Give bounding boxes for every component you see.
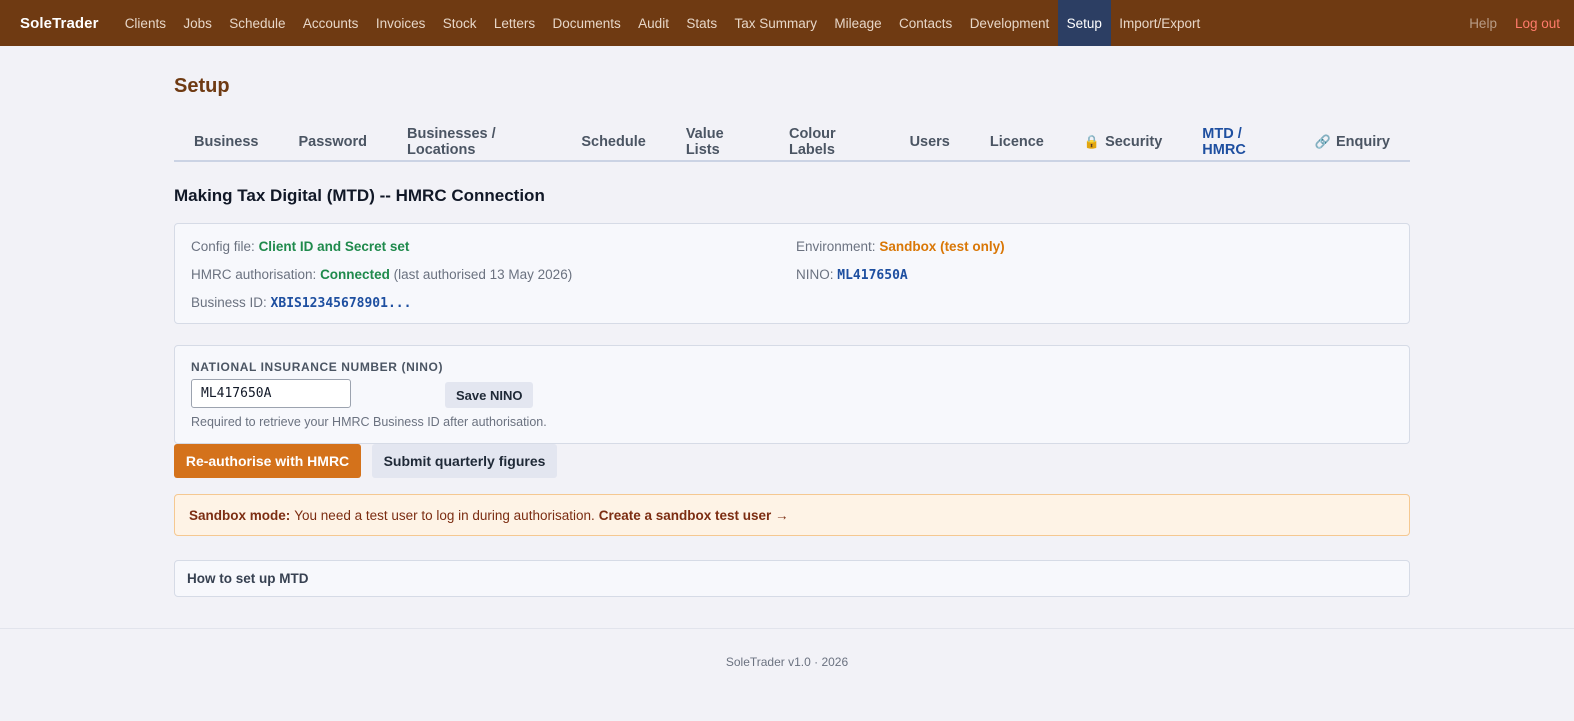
nav-item-setup[interactable]: Setup xyxy=(1057,0,1111,46)
config-value: Client ID and Secret set xyxy=(258,239,410,254)
nav-item-clients[interactable]: Clients xyxy=(116,0,175,46)
nino-form-card: NATIONAL INSURANCE NUMBER (NINO) Save NI… xyxy=(174,345,1410,444)
tab-label: Password xyxy=(298,134,367,150)
tab-label: Colour Labels xyxy=(788,126,836,158)
top-navigation-bar: SoleTrader Clients Jobs Schedule Account… xyxy=(0,0,1574,46)
nav-item-audit[interactable]: Audit xyxy=(629,0,677,46)
tab-label: Value Lists xyxy=(685,126,724,158)
tab-colour-labels[interactable]: Colour Labels xyxy=(769,123,890,161)
footer-divider xyxy=(0,628,1574,629)
tab-label: Schedule xyxy=(581,134,646,150)
nino-field-label: NATIONAL INSURANCE NUMBER (NINO) xyxy=(191,360,444,374)
nino-input[interactable] xyxy=(191,379,351,408)
nav-item-stats[interactable]: Stats xyxy=(678,0,726,46)
tab-enquiry[interactable]: 🔗 Enquiry xyxy=(1295,123,1410,161)
link-icon: 🔗 xyxy=(1314,134,1332,149)
setup-tabs: Business Password Businesses / Locations… xyxy=(174,124,1410,162)
nino-status-label: NINO: xyxy=(796,267,834,282)
config-status-row: Config file: Client ID and Secret set xyxy=(191,239,409,254)
nav-item-schedule[interactable]: Schedule xyxy=(221,0,295,46)
nav-item-accounts[interactable]: Accounts xyxy=(294,0,367,46)
submit-quarterly-button[interactable]: Submit quarterly figures xyxy=(372,444,557,478)
how-to-setup-mtd-toggle[interactable]: How to set up MTD xyxy=(174,560,1410,597)
tab-value-lists[interactable]: Value Lists xyxy=(666,123,769,161)
auth-note: (last authorised 13 May 2026) xyxy=(393,267,573,282)
tab-mtd-hmrc[interactable]: MTD / HMRC xyxy=(1182,123,1295,161)
tab-label: Security xyxy=(1105,134,1163,150)
main-nav-menu: Clients Jobs Schedule Accounts Invoices … xyxy=(116,0,1209,46)
nav-item-stock[interactable]: Stock xyxy=(434,0,485,46)
tab-label: Business xyxy=(194,134,259,150)
create-sandbox-user-link[interactable]: Create a sandbox test user → xyxy=(599,508,789,523)
nav-item-import-export[interactable]: Import/Export xyxy=(1111,0,1209,46)
auth-value: Connected xyxy=(320,267,390,282)
tab-password[interactable]: Password xyxy=(278,123,387,161)
nav-item-tax-summary[interactable]: Tax Summary xyxy=(726,0,826,46)
reauthorise-hmrc-button[interactable]: Re-authorise with HMRC xyxy=(174,444,361,478)
nav-item-jobs[interactable]: Jobs xyxy=(175,0,221,46)
sandbox-mode-banner: Sandbox mode: You need a test user to lo… xyxy=(174,494,1410,536)
tab-users[interactable]: Users xyxy=(890,123,970,161)
nav-item-documents[interactable]: Documents xyxy=(544,0,630,46)
nino-status-value: ML417650A xyxy=(837,268,908,283)
footer-text: SoleTrader v1.0 · 2026 xyxy=(725,655,849,669)
tab-schedule[interactable]: Schedule xyxy=(561,123,665,161)
mtd-status-card: Config file: Client ID and Secret set HM… xyxy=(174,223,1410,324)
sandbox-text: You need a test user to log in during au… xyxy=(294,507,595,523)
nav-item-development[interactable]: Development xyxy=(961,0,1058,46)
nino-status-row: NINO: ML417650A xyxy=(796,267,908,283)
nav-item-contacts[interactable]: Contacts xyxy=(890,0,961,46)
auth-status-row: HMRC authorisation: Connected (last auth… xyxy=(191,267,572,282)
save-nino-button[interactable]: Save NINO xyxy=(445,382,534,408)
auth-label: HMRC authorisation: xyxy=(191,267,317,282)
environment-label: Environment: xyxy=(796,239,876,254)
help-link[interactable]: Help xyxy=(1469,16,1497,31)
nino-help-text: Required to retrieve your HMRC Business … xyxy=(191,415,547,429)
nav-right-links: Help Log out xyxy=(1469,0,1560,46)
nav-item-letters[interactable]: Letters xyxy=(485,0,544,46)
tab-label: Licence xyxy=(989,134,1044,150)
mtd-section-heading: Making Tax Digital (MTD) -- HMRC Connect… xyxy=(174,186,545,205)
tab-label: Businesses / Locations xyxy=(406,126,496,158)
config-label: Config file: xyxy=(191,239,255,254)
business-id-row: Business ID: XBIS12345678901... xyxy=(191,295,411,311)
tab-business[interactable]: Business xyxy=(174,123,278,161)
logout-link[interactable]: Log out xyxy=(1515,16,1560,31)
nav-item-mileage[interactable]: Mileage xyxy=(826,0,891,46)
tab-label: Users xyxy=(909,134,950,150)
page-title: Setup xyxy=(174,75,230,97)
nav-item-invoices[interactable]: Invoices xyxy=(367,0,434,46)
tab-label: Enquiry xyxy=(1336,134,1390,150)
sandbox-strong: Sandbox mode: xyxy=(189,507,291,523)
tab-label: MTD / HMRC xyxy=(1202,126,1246,158)
lock-icon: 🔒 xyxy=(1083,134,1101,149)
environment-value: Sandbox (test only) xyxy=(879,239,1005,254)
tab-businesses-locations[interactable]: Businesses / Locations xyxy=(387,123,561,161)
tab-security[interactable]: 🔒 Security xyxy=(1064,123,1182,161)
tab-licence[interactable]: Licence xyxy=(970,123,1064,161)
app-brand[interactable]: SoleTrader xyxy=(0,15,116,32)
business-id-value: XBIS12345678901... xyxy=(270,296,412,311)
environment-row: Environment: Sandbox (test only) xyxy=(796,239,1005,254)
business-id-label: Business ID: xyxy=(191,295,267,310)
